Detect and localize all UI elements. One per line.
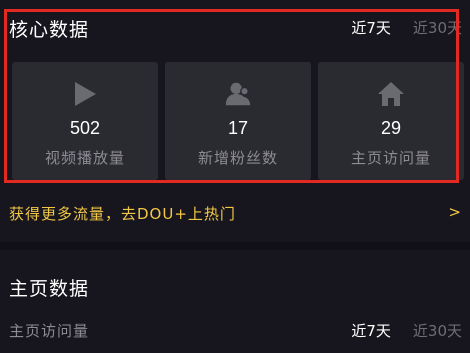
chevron-right-icon: >	[448, 203, 461, 221]
homepage-range-tabs: 近7天 近30天	[351, 320, 462, 341]
new-fans-label: 新增粉丝数	[197, 149, 278, 167]
homepage-metric-label: 主页访问量	[9, 322, 90, 340]
play-icon	[71, 80, 99, 108]
tab-7-days[interactable]: 近7天	[351, 17, 391, 38]
new-fans-value: 17	[227, 118, 249, 138]
dou-plus-promo[interactable]: 获得更多流量，去DOU+上热门 >	[9, 203, 461, 227]
fans-icon	[224, 80, 252, 108]
video-plays-card[interactable]: 502 视频播放量	[12, 62, 158, 180]
new-fans-card[interactable]: 17 新增粉丝数	[165, 62, 311, 180]
page: 核心数据 近7天 近30天 502 视频播放量 17 新增粉丝数 29 主页访问…	[0, 0, 470, 353]
homepage-data-title: 主页数据	[9, 278, 90, 300]
core-data-title: 核心数据	[9, 19, 90, 41]
tab-30-days[interactable]: 近30天	[413, 17, 462, 38]
core-range-tabs: 近7天 近30天	[351, 17, 462, 38]
tab-7-days[interactable]: 近7天	[351, 320, 391, 341]
profile-visits-label: 主页访问量	[350, 149, 431, 167]
tab-30-days[interactable]: 近30天	[413, 320, 462, 341]
section-divider	[0, 242, 470, 250]
video-plays-label: 视频播放量	[44, 149, 125, 167]
video-plays-value: 502	[69, 118, 101, 138]
home-icon	[377, 80, 405, 108]
promo-text: 获得更多流量，去DOU+上热门	[9, 205, 236, 223]
core-data-cards: 502 视频播放量 17 新增粉丝数 29 主页访问量	[12, 62, 464, 180]
profile-visits-value: 29	[380, 118, 402, 138]
profile-visits-card[interactable]: 29 主页访问量	[318, 62, 464, 180]
